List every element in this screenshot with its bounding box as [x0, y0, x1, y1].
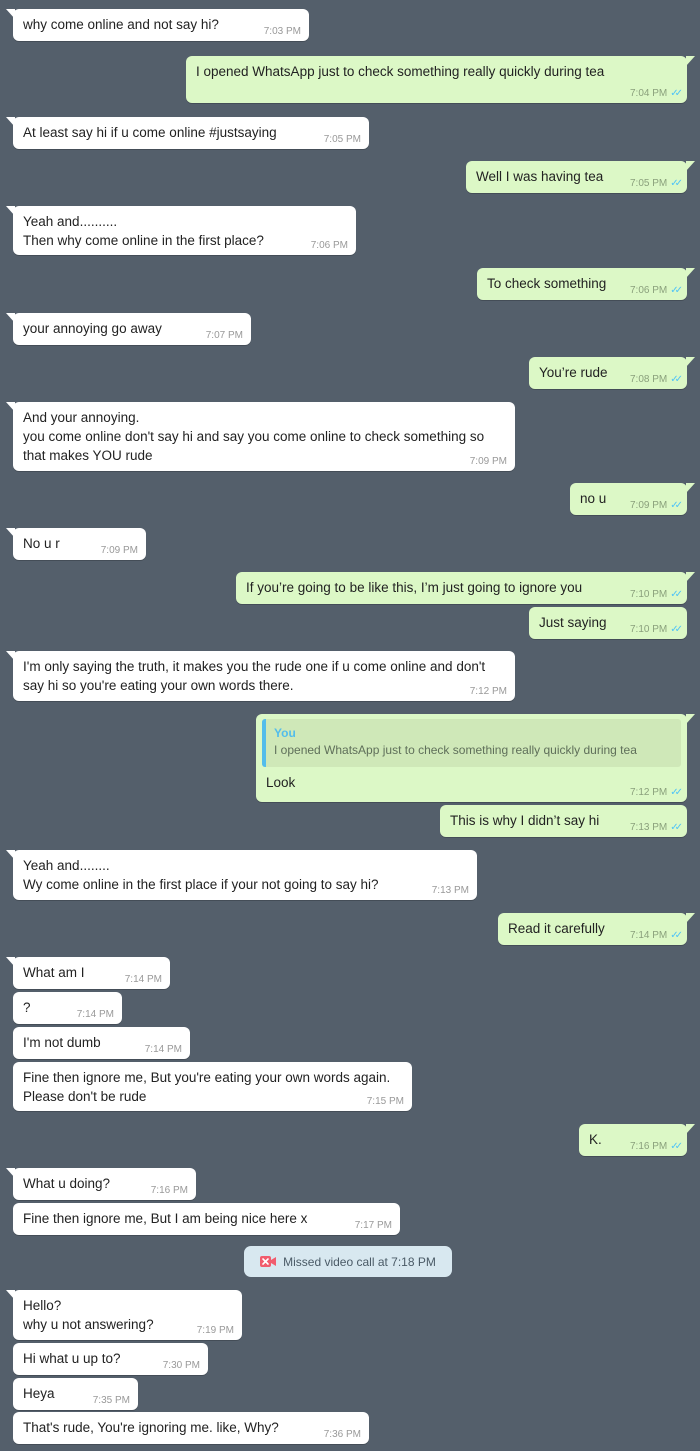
message-time: 7:35 PM — [92, 1395, 130, 1406]
message-incoming[interactable]: Yeah and........ Wy come online in the f… — [6, 850, 477, 900]
message-incoming[interactable]: ? 7:14 PM — [13, 992, 122, 1024]
message-time: 7:10 PM ✓✓ — [629, 589, 683, 600]
message-time: 7:14 PM — [76, 1009, 114, 1020]
message-incoming[interactable]: Heya 7:35 PM — [13, 1378, 138, 1410]
message-time: 7:13 PM — [431, 885, 469, 896]
message-incoming[interactable]: why come online and not say hi? 7:03 PM — [6, 9, 309, 41]
message-outgoing[interactable]: This is why I didn’t say hi 7:13 PM ✓✓ — [440, 805, 687, 837]
message-time: 7:13 PM ✓✓ — [629, 822, 683, 833]
message-time: 7:06 PM — [310, 240, 348, 251]
message-text: I opened WhatsApp just to check somethin… — [196, 64, 605, 79]
message-time: 7:05 PM ✓✓ — [629, 178, 683, 189]
read-receipt-icon: ✓✓ — [670, 285, 683, 296]
message-outgoing-reply[interactable]: You I opened WhatsApp just to check some… — [256, 714, 695, 802]
message-text: That's rude, You're ignoring me. like, W… — [23, 1420, 279, 1435]
message-outgoing[interactable]: You’re rude 7:08 PM ✓✓ — [529, 357, 695, 389]
message-outgoing[interactable]: Read it carefully 7:14 PM ✓✓ — [498, 913, 695, 945]
message-incoming[interactable]: What am I 7:14 PM — [6, 957, 170, 989]
message-time: 7:10 PM ✓✓ — [629, 624, 683, 635]
message-time: 7:09 PM — [469, 456, 507, 467]
message-text: Yeah and........ Wy come online in the f… — [23, 858, 379, 892]
message-text: If you’re going to be like this, I’m jus… — [246, 580, 583, 595]
message-time: 7:03 PM — [263, 26, 301, 37]
message-outgoing[interactable]: K. 7:16 PM ✓✓ — [579, 1124, 695, 1156]
message-text: Look — [266, 775, 296, 790]
message-text: Fine then ignore me, But I am being nice… — [23, 1211, 308, 1226]
missed-video-call-icon — [260, 1256, 277, 1267]
message-time: 7:05 PM — [323, 134, 361, 145]
read-receipt-icon: ✓✓ — [670, 589, 683, 600]
message-time: 7:06 PM ✓✓ — [629, 285, 683, 296]
read-receipt-icon: ✓✓ — [670, 930, 683, 941]
message-time: 7:19 PM — [196, 1325, 234, 1336]
message-time: 7:14 PM — [144, 1044, 182, 1055]
message-time: 7:36 PM — [323, 1429, 361, 1440]
message-text: Yeah and.......... Then why come online … — [23, 214, 264, 248]
message-text: At least say hi if u come online #justsa… — [23, 125, 277, 140]
message-time: 7:09 PM ✓✓ — [629, 500, 683, 511]
read-receipt-icon: ✓✓ — [670, 822, 683, 833]
message-time: 7:30 PM — [162, 1360, 200, 1371]
read-receipt-icon: ✓✓ — [670, 374, 683, 385]
message-outgoing[interactable]: If you’re going to be like this, I’m jus… — [236, 572, 695, 604]
message-time: 7:07 PM — [205, 330, 243, 341]
message-text: And your annoying. you come online don't… — [23, 410, 485, 463]
message-incoming[interactable]: I'm only saying the truth, it makes you … — [6, 651, 515, 701]
message-incoming[interactable]: your annoying go away 7:07 PM — [6, 313, 251, 345]
message-time: 7:14 PM — [124, 974, 162, 985]
message-outgoing[interactable]: I opened WhatsApp just to check somethin… — [186, 56, 695, 103]
message-incoming[interactable]: No u r 7:09 PM — [6, 528, 146, 560]
message-incoming[interactable]: I'm not dumb 7:14 PM — [13, 1027, 190, 1059]
message-time: 7:16 PM ✓✓ — [629, 1141, 683, 1152]
chat-area: why come online and not say hi? 7:03 PM … — [0, 0, 700, 1451]
message-outgoing[interactable]: no u 7:09 PM ✓✓ — [570, 483, 695, 515]
missed-call-text: Missed video call at 7:18 PM — [283, 1254, 436, 1269]
message-incoming[interactable]: Fine then ignore me, But I am being nice… — [13, 1203, 400, 1235]
quote-text: I opened WhatsApp just to check somethin… — [274, 743, 637, 757]
missed-video-call-notice[interactable]: Missed video call at 7:18 PM — [244, 1246, 452, 1277]
read-receipt-icon: ✓✓ — [670, 787, 683, 798]
quote-author: You — [274, 726, 296, 740]
message-text: I'm only saying the truth, it makes you … — [23, 659, 486, 693]
read-receipt-icon: ✓✓ — [670, 1141, 683, 1152]
message-time: 7:17 PM — [354, 1220, 392, 1231]
quoted-message[interactable]: You I opened WhatsApp just to check some… — [262, 719, 681, 767]
message-incoming[interactable]: What u doing? 7:16 PM — [6, 1168, 196, 1200]
message-time: 7:08 PM ✓✓ — [629, 374, 683, 385]
read-receipt-icon: ✓✓ — [670, 500, 683, 511]
message-text: why come online and not say hi? — [23, 17, 219, 32]
message-incoming[interactable]: Fine then ignore me, But you're eating y… — [13, 1062, 412, 1111]
message-time: 7:12 PM — [469, 686, 507, 697]
message-time: 7:14 PM ✓✓ — [629, 930, 683, 941]
message-time: 7:04 PM ✓✓ — [629, 88, 683, 99]
read-receipt-icon: ✓✓ — [670, 624, 683, 635]
message-time: 7:09 PM — [100, 545, 138, 556]
message-outgoing[interactable]: Well I was having tea 7:05 PM ✓✓ — [466, 161, 695, 193]
read-receipt-icon: ✓✓ — [670, 88, 683, 99]
message-time: 7:15 PM — [366, 1096, 404, 1107]
message-incoming[interactable]: Hi what u up to? 7:30 PM — [13, 1343, 208, 1375]
read-receipt-icon: ✓✓ — [670, 178, 683, 189]
message-incoming[interactable]: And your annoying. you come online don't… — [6, 402, 515, 471]
message-incoming[interactable]: Hello? why u not answering? 7:19 PM — [6, 1290, 242, 1340]
message-outgoing[interactable]: To check something 7:06 PM ✓✓ — [477, 268, 695, 300]
message-text: Fine then ignore me, But you're eating y… — [23, 1070, 391, 1104]
message-incoming[interactable]: Yeah and.......... Then why come online … — [6, 206, 356, 255]
message-outgoing[interactable]: Just saying 7:10 PM ✓✓ — [529, 607, 687, 639]
message-incoming[interactable]: At least say hi if u come online #justsa… — [6, 117, 369, 149]
message-time: 7:16 PM — [150, 1185, 188, 1196]
message-incoming[interactable]: That's rude, You're ignoring me. like, W… — [13, 1412, 369, 1444]
message-time: 7:12 PM ✓✓ — [629, 787, 683, 798]
